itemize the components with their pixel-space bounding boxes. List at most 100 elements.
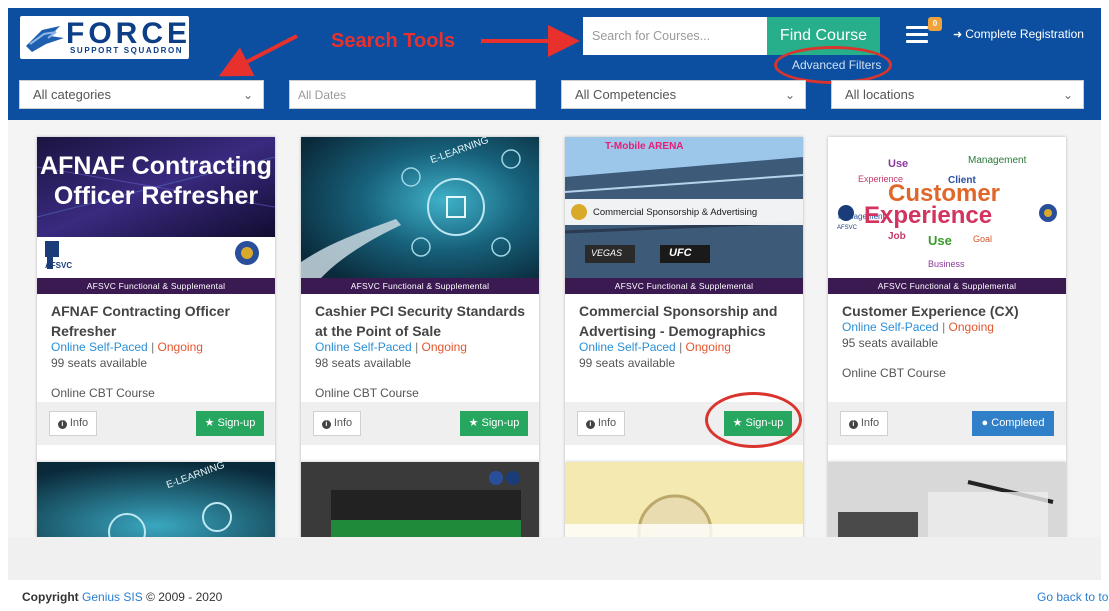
locations-select[interactable]: All locations ⌄: [831, 80, 1084, 109]
status-label: Ongoing: [685, 340, 731, 354]
svg-text:Use: Use: [888, 158, 908, 170]
seats-available: 99 seats available: [51, 356, 148, 370]
copyright-years: © 2009 - 2020: [146, 590, 223, 604]
info-label: Info: [333, 417, 353, 429]
force-support-squadron-logo[interactable]: FORCE SUPPORT SQUADRON: [20, 16, 189, 59]
info-button[interactable]: i Info: [49, 411, 97, 436]
complete-registration-link[interactable]: ➜ Complete Registration: [953, 27, 1084, 41]
delivery-label: Online Self-Paced: [315, 340, 412, 354]
svg-text:Management: Management: [968, 155, 1027, 166]
course-card[interactable]: E-LEARNING AFSVC Functional & Supplement…: [301, 137, 539, 462]
seats-available: 98 seats available: [315, 356, 412, 370]
course-meta: Online Self-Paced | Ongoing: [315, 339, 529, 355]
course-title[interactable]: AFNAF Contracting Officer Refresher: [51, 301, 265, 341]
seats-available: 95 seats available: [842, 336, 939, 350]
status-label: Ongoing: [157, 340, 203, 354]
course-image: AFNAF Contracting Officer Refresher AFSV…: [37, 137, 275, 294]
info-button[interactable]: i Info: [840, 411, 888, 436]
hamburger-menu-icon[interactable]: [906, 26, 928, 44]
completed-label: Completed: [991, 417, 1045, 429]
info-label: Info: [597, 417, 617, 429]
svg-text:Goal: Goal: [973, 234, 992, 244]
course-meta: Online Self-Paced | Ongoing: [842, 319, 1056, 335]
dates-filter-input[interactable]: All Dates: [289, 80, 536, 109]
arrow-to-categories: [218, 34, 298, 77]
clock-course-image: [565, 462, 803, 537]
course-type: Online CBT Course: [51, 386, 155, 400]
cart-count-badge: 0: [928, 17, 942, 31]
course-card[interactable]: T-Mobile ARENA Commercial Sponsorship & …: [565, 137, 803, 462]
signup-label: Sign-up: [217, 417, 256, 429]
image-arena-sign: T-Mobile ARENA: [605, 141, 684, 152]
signup-label: Sign-up: [481, 417, 520, 429]
chevron-down-icon: ⌄: [784, 88, 795, 102]
separator: |: [415, 340, 419, 354]
info-circle-icon: i: [585, 420, 595, 429]
image-afsvc-badge: AFSVC: [45, 261, 73, 270]
competencies-select-value: All Competencies: [575, 87, 677, 102]
eagle-logo-icon: [26, 26, 64, 52]
search-input[interactable]: [583, 17, 767, 55]
signup-button[interactable]: ★ Sign-up: [460, 411, 528, 436]
course-card[interactable]: E-LEARNING: [37, 462, 275, 537]
star-icon: ★: [204, 417, 215, 429]
info-label: Info: [69, 417, 89, 429]
search-tools-annotation: Search Tools: [331, 30, 456, 52]
info-button[interactable]: i Info: [313, 411, 361, 436]
category-strip: AFSVC Functional & Supplemental: [37, 278, 275, 294]
separator: |: [942, 320, 946, 334]
finance-course-image: [828, 462, 1066, 537]
course-type: Online CBT Course: [315, 386, 419, 400]
competencies-select[interactable]: All Competencies ⌄: [561, 80, 806, 109]
back-to-top-link[interactable]: Go back to top: [1037, 590, 1109, 604]
course-card[interactable]: [301, 462, 539, 537]
course-card[interactable]: [828, 462, 1066, 537]
info-label: Info: [860, 417, 880, 429]
elearning-course-image: [37, 462, 275, 537]
info-circle-icon: i: [321, 420, 331, 429]
completed-button[interactable]: ● Completed: [972, 411, 1054, 436]
copyright: Copyright Genius SIS © 2009 - 2020: [22, 590, 222, 604]
star-icon: ★: [468, 417, 479, 429]
company-link[interactable]: Genius SIS: [82, 590, 143, 604]
complete-registration-label: Complete Registration: [965, 27, 1084, 41]
categories-select[interactable]: All categories ⌄: [19, 80, 264, 109]
image-board-ufc: UFC: [669, 247, 692, 259]
advanced-filters-highlight-ring: [774, 46, 892, 84]
course-card[interactable]: Use Management Experience Client Use Goa…: [828, 137, 1066, 462]
signup-highlight-ring: [705, 392, 802, 448]
locations-select-value: All locations: [845, 87, 915, 102]
signup-button[interactable]: ★ Sign-up: [196, 411, 264, 436]
copyright-label: Copyright: [22, 590, 79, 604]
course-meta: Online Self-Paced | Ongoing: [579, 339, 793, 355]
course-title[interactable]: Cashier PCI Security Standards at the Po…: [315, 301, 529, 341]
separator: |: [679, 340, 683, 354]
info-circle-icon: i: [57, 420, 67, 429]
image-banner-text: Commercial Sponsorship & Advertising: [593, 207, 758, 218]
sign-in-icon: ➜: [953, 29, 963, 41]
image-title-line-1: AFNAF Contracting: [40, 152, 272, 180]
course-title[interactable]: Customer Experience (CX): [842, 301, 1056, 321]
check-circle-icon: ●: [981, 417, 989, 429]
category-strip: AFSVC Functional & Supplemental: [301, 278, 539, 294]
course-card[interactable]: [565, 462, 803, 537]
top-header: FORCE SUPPORT SQUADRON Search Tools Find…: [8, 8, 1101, 120]
footer-band: [8, 537, 1101, 580]
info-button[interactable]: i Info: [577, 411, 625, 436]
course-card[interactable]: AFNAF Contracting Officer Refresher AFSV…: [37, 137, 275, 462]
svg-text:Business: Business: [928, 259, 965, 269]
image-afsvc-badge: AFSVC: [837, 225, 858, 231]
card-footer: i Info ★ Sign-up: [301, 402, 539, 445]
status-label: Ongoing: [948, 320, 994, 334]
separator: |: [151, 340, 155, 354]
course-grid: AFNAF Contracting Officer Refresher AFSV…: [8, 120, 1101, 537]
card-footer: i Info ● Completed: [828, 402, 1066, 445]
categories-select-value: All categories: [33, 87, 112, 102]
delivery-label: Online Self-Paced: [51, 340, 148, 354]
image-title: AFNAF Contracting Officer Refresher: [37, 151, 275, 211]
delivery-label: Online Self-Paced: [579, 340, 676, 354]
course-image: T-Mobile ARENA Commercial Sponsorship & …: [565, 137, 803, 294]
image-title-experience: Experience: [864, 202, 993, 229]
category-strip: AFSVC Functional & Supplemental: [828, 278, 1066, 294]
course-title[interactable]: Commercial Sponsorship and Advertising -…: [579, 301, 793, 341]
